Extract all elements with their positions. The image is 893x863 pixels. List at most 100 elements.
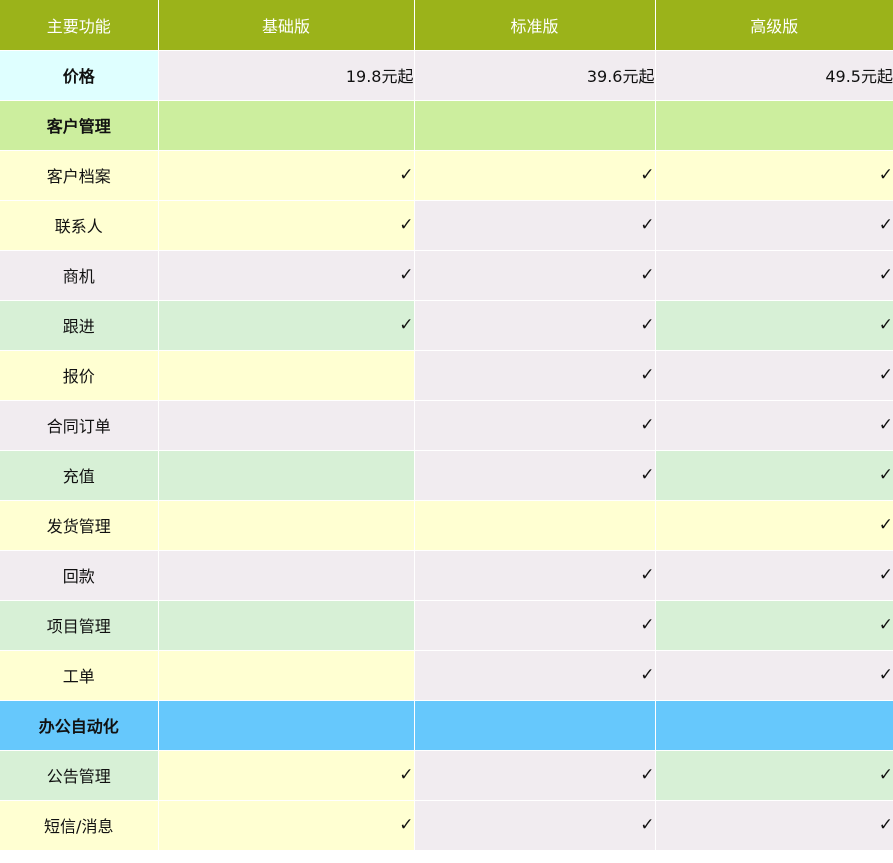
checkmark-icon: ✓	[878, 765, 893, 785]
check-cell: ✓	[414, 600, 656, 651]
feature-name: 发货管理	[0, 500, 159, 551]
checkmark-icon: ✓	[878, 165, 893, 185]
checkmark-icon: ✓	[878, 465, 893, 485]
feature-name: 商机	[0, 250, 159, 301]
check-cell: ✓	[158, 300, 415, 351]
empty-cell	[158, 350, 415, 401]
checkmark-icon: ✓	[640, 615, 655, 635]
check-cell: ✓	[655, 350, 893, 401]
check-cell: ✓	[655, 500, 893, 551]
section-title: 办公自动化	[0, 700, 159, 751]
empty-cell	[414, 500, 656, 551]
checkmark-icon: ✓	[878, 565, 893, 585]
check-cell: ✓	[655, 200, 893, 251]
empty-cell	[158, 500, 415, 551]
price-basic: 19.8元起	[158, 50, 415, 101]
feature-name: 公告管理	[0, 750, 159, 801]
checkmark-icon: ✓	[640, 165, 655, 185]
checkmark-icon: ✓	[399, 815, 414, 835]
checkmark-icon: ✓	[399, 315, 414, 335]
checkmark-icon: ✓	[640, 465, 655, 485]
checkmark-icon: ✓	[878, 315, 893, 335]
feature-name: 充值	[0, 450, 159, 501]
section-cell	[414, 100, 656, 151]
check-cell: ✓	[158, 250, 415, 301]
checkmark-icon: ✓	[640, 215, 655, 235]
checkmark-icon: ✓	[640, 665, 655, 685]
feature-row: 项目管理 ✓ ✓	[0, 600, 893, 651]
check-cell: ✓	[655, 750, 893, 801]
check-cell: ✓	[158, 750, 415, 801]
header-plan-basic: 基础版	[158, 0, 415, 51]
feature-name: 跟进	[0, 300, 159, 351]
feature-row: 发货管理 ✓	[0, 500, 893, 551]
checkmark-icon: ✓	[640, 315, 655, 335]
feature-row: 短信/消息 ✓ ✓ ✓	[0, 800, 893, 851]
checkmark-icon: ✓	[640, 765, 655, 785]
check-cell: ✓	[414, 300, 656, 351]
checkmark-icon: ✓	[878, 615, 893, 635]
check-cell: ✓	[414, 250, 656, 301]
price-row: 价格 19.8元起 39.6元起 49.5元起	[0, 50, 893, 101]
feature-row: 公告管理 ✓ ✓ ✓	[0, 750, 893, 801]
price-standard: 39.6元起	[414, 50, 656, 101]
checkmark-icon: ✓	[878, 665, 893, 685]
check-cell: ✓	[655, 400, 893, 451]
feature-row: 报价 ✓ ✓	[0, 350, 893, 401]
section-cell	[414, 700, 656, 751]
table-header-row: 主要功能 基础版 标准版 高级版	[0, 0, 893, 51]
check-cell: ✓	[655, 600, 893, 651]
check-cell: ✓	[414, 550, 656, 601]
feature-row: 客户档案 ✓ ✓ ✓	[0, 150, 893, 201]
empty-cell	[158, 450, 415, 501]
feature-row: 合同订单 ✓ ✓	[0, 400, 893, 451]
checkmark-icon: ✓	[640, 265, 655, 285]
feature-row: 商机 ✓ ✓ ✓	[0, 250, 893, 301]
feature-name: 工单	[0, 650, 159, 701]
check-cell: ✓	[655, 250, 893, 301]
checkmark-icon: ✓	[640, 565, 655, 585]
check-cell: ✓	[414, 450, 656, 501]
checkmark-icon: ✓	[878, 815, 893, 835]
empty-cell	[158, 400, 415, 451]
section-row-office-automation: 办公自动化	[0, 700, 893, 751]
section-row-customer-management: 客户管理	[0, 100, 893, 151]
check-cell: ✓	[655, 150, 893, 201]
check-cell: ✓	[414, 650, 656, 701]
feature-name: 合同订单	[0, 400, 159, 451]
pricing-table: 主要功能 基础版 标准版 高级版 价格 19.8元起 39.6元起 49.5元起…	[0, 0, 893, 851]
feature-name: 客户档案	[0, 150, 159, 201]
checkmark-icon: ✓	[878, 365, 893, 385]
check-cell: ✓	[655, 450, 893, 501]
header-feature: 主要功能	[0, 0, 159, 51]
check-cell: ✓	[158, 150, 415, 201]
feature-name: 回款	[0, 550, 159, 601]
check-cell: ✓	[158, 200, 415, 251]
check-cell: ✓	[655, 550, 893, 601]
check-cell: ✓	[414, 400, 656, 451]
check-cell: ✓	[655, 650, 893, 701]
checkmark-icon: ✓	[640, 815, 655, 835]
checkmark-icon: ✓	[399, 765, 414, 785]
feature-name: 短信/消息	[0, 800, 159, 851]
section-cell	[655, 100, 893, 151]
price-advanced: 49.5元起	[655, 50, 893, 101]
check-cell: ✓	[158, 800, 415, 851]
checkmark-icon: ✓	[878, 515, 893, 535]
check-cell: ✓	[414, 150, 656, 201]
check-cell: ✓	[414, 750, 656, 801]
checkmark-icon: ✓	[640, 415, 655, 435]
section-cell	[158, 100, 415, 151]
section-title: 客户管理	[0, 100, 159, 151]
feature-row: 跟进 ✓ ✓ ✓	[0, 300, 893, 351]
empty-cell	[158, 650, 415, 701]
checkmark-icon: ✓	[878, 215, 893, 235]
empty-cell	[158, 600, 415, 651]
feature-name: 项目管理	[0, 600, 159, 651]
feature-name: 联系人	[0, 200, 159, 251]
price-label: 价格	[0, 50, 159, 101]
feature-row: 回款 ✓ ✓	[0, 550, 893, 601]
check-cell: ✓	[414, 200, 656, 251]
section-cell	[655, 700, 893, 751]
checkmark-icon: ✓	[878, 415, 893, 435]
